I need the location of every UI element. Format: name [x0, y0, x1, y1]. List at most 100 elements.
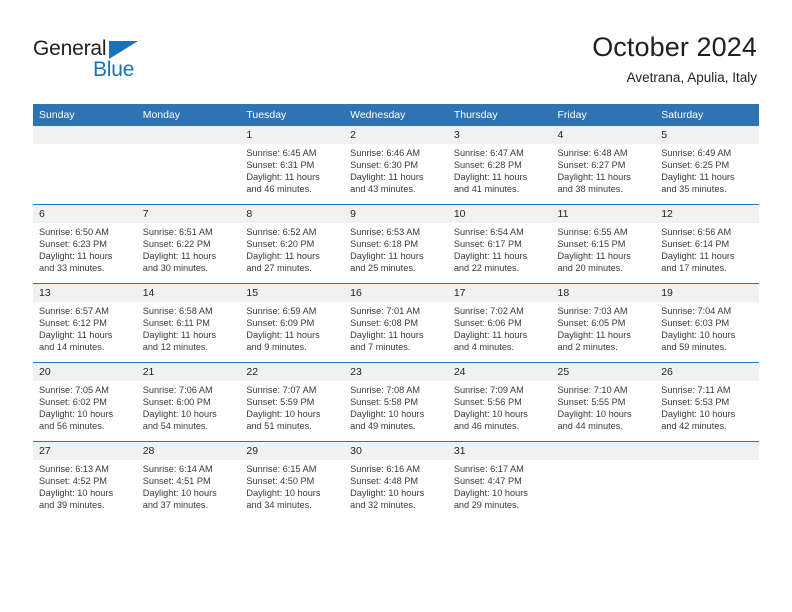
- calendar-day-cell[interactable]: 27 Sunrise: 6:13 AM Sunset: 4:52 PM Dayligh…: [33, 441, 137, 520]
- calendar-day-cell[interactable]: 30 Sunrise: 6:16 AM Sunset: 4:48 PM Dayligh…: [344, 441, 448, 520]
- day-detail-line: and 30 minutes.: [142, 263, 209, 274]
- day-details: Sunrise: 7:08 AM Sunset: 5:58 PM Daylight:…: [344, 381, 448, 432]
- day-number: [33, 126, 137, 144]
- day-detail-line: Sunset: 5:56 PM: [453, 397, 522, 408]
- day-detail-line: Sunset: 6:22 PM: [142, 239, 211, 250]
- day-detail-line: and 12 minutes.: [142, 342, 209, 353]
- day-detail-line: Sunrise: 7:01 AM: [350, 306, 421, 316]
- day-details: Sunrise: 6:46 AM Sunset: 6:30 PM Daylight:…: [344, 144, 448, 195]
- calendar-day-cell[interactable]: 22 Sunrise: 7:07 AM Sunset: 5:59 PM Dayligh…: [240, 362, 345, 442]
- day-details: Sunrise: 7:07 AM Sunset: 5:59 PM Daylight:…: [240, 381, 344, 432]
- calendar-day-cell[interactable]: 5 Sunrise: 6:49 AM Sunset: 6:25 PM Daylight…: [655, 126, 759, 205]
- calendar-day-cell[interactable]: 11 Sunrise: 6:55 AM Sunset: 6:15 PM Dayligh…: [551, 204, 656, 284]
- day-number: 6: [33, 205, 137, 223]
- day-detail-line: and 4 minutes.: [453, 342, 515, 353]
- day-detail-line: Sunset: 6:27 PM: [557, 160, 626, 171]
- calendar-day-cell[interactable]: 23 Sunrise: 7:08 AM Sunset: 5:58 PM Dayligh…: [344, 362, 448, 442]
- day-detail-line: Sunrise: 6:14 AM: [142, 464, 213, 474]
- day-detail-line: Daylight: 10 hours: [246, 409, 321, 420]
- day-detail-line: and 42 minutes.: [661, 421, 727, 432]
- day-detail-line: Sunrise: 7:02 AM: [453, 306, 524, 316]
- day-detail-line: Sunset: 6:31 PM: [246, 160, 315, 171]
- calendar-day-cell[interactable]: 28 Sunrise: 6:14 AM Sunset: 4:51 PM Dayligh…: [136, 441, 241, 520]
- day-detail-line: Sunrise: 6:15 AM: [246, 464, 317, 474]
- day-detail-line: Sunrise: 7:11 AM: [661, 385, 731, 395]
- calendar-day-cell-empty: [136, 126, 241, 205]
- day-detail-line: Sunset: 5:53 PM: [661, 397, 730, 408]
- calendar-day-cell[interactable]: 24 Sunrise: 7:09 AM Sunset: 5:56 PM Dayligh…: [447, 362, 552, 442]
- calendar-page: General Blue October 2024 Avetrana, Apul…: [0, 0, 792, 612]
- day-detail-line: and 38 minutes.: [557, 184, 623, 195]
- calendar-day-cell[interactable]: 14 Sunrise: 6:58 AM Sunset: 6:11 PM Dayligh…: [136, 283, 241, 363]
- calendar-day-cell[interactable]: 21 Sunrise: 7:06 AM Sunset: 6:00 PM Dayligh…: [136, 362, 241, 442]
- day-detail-line: Daylight: 11 hours: [350, 330, 424, 341]
- day-detail-line: Daylight: 11 hours: [453, 172, 528, 183]
- day-detail-line: and 22 minutes.: [453, 263, 520, 274]
- day-detail-line: Sunset: 6:17 PM: [453, 239, 522, 250]
- day-number: 27: [33, 442, 137, 460]
- day-details: Sunrise: 6:49 AM Sunset: 6:25 PM Daylight:…: [655, 144, 759, 195]
- day-number: 22: [240, 363, 345, 381]
- calendar-day-cell[interactable]: 4 Sunrise: 6:48 AM Sunset: 6:27 PM Daylight…: [551, 126, 656, 205]
- day-number: 19: [655, 284, 759, 302]
- day-detail-line: and 54 minutes.: [142, 421, 209, 432]
- page-title: October 2024: [592, 32, 757, 62]
- calendar-day-cell[interactable]: 2 Sunrise: 6:46 AM Sunset: 6:30 PM Daylight…: [344, 126, 448, 205]
- day-details: Sunrise: 7:02 AM Sunset: 6:06 PM Daylight:…: [448, 302, 552, 353]
- day-detail-line: and 17 minutes.: [661, 263, 727, 274]
- day-number: 10: [447, 205, 552, 223]
- calendar-day-cell[interactable]: 1 Sunrise: 6:45 AM Sunset: 6:31 PM Daylight…: [240, 126, 345, 205]
- day-details: Sunrise: 7:05 AM Sunset: 6:02 PM Daylight:…: [33, 381, 137, 432]
- calendar-day-cell[interactable]: 26 Sunrise: 7:11 AM Sunset: 5:53 PM Dayligh…: [655, 362, 759, 442]
- day-details: Sunrise: 6:14 AM Sunset: 4:51 PM Daylight:…: [137, 460, 241, 511]
- day-detail-line: Sunset: 6:09 PM: [246, 318, 315, 329]
- calendar-day-cell[interactable]: 10 Sunrise: 6:54 AM Sunset: 6:17 PM Dayligh…: [447, 204, 552, 284]
- day-detail-line: Sunset: 5:55 PM: [557, 397, 626, 408]
- day-detail-line: and 39 minutes.: [39, 500, 105, 511]
- day-detail-line: and 33 minutes.: [39, 263, 105, 274]
- day-details: Sunrise: 7:01 AM Sunset: 6:08 PM Daylight:…: [344, 302, 448, 353]
- calendar-day-cell[interactable]: 31 Sunrise: 6:17 AM Sunset: 4:47 PM Dayligh…: [447, 441, 552, 520]
- calendar-day-cell[interactable]: 29 Sunrise: 6:15 AM Sunset: 4:50 PM Dayligh…: [240, 441, 345, 520]
- calendar-day-cell[interactable]: 7 Sunrise: 6:51 AM Sunset: 6:22 PM Daylight…: [136, 204, 241, 284]
- calendar-day-cell[interactable]: 13 Sunrise: 6:57 AM Sunset: 6:12 PM Dayligh…: [33, 283, 137, 363]
- day-detail-line: Daylight: 11 hours: [142, 330, 217, 341]
- weekday-header-wednesday: Wednesday: [344, 104, 448, 126]
- calendar-grid: Sunday Monday Tuesday Wednesday Thursday Frid…: [33, 104, 759, 520]
- calendar-day-cell[interactable]: 16 Sunrise: 7:01 AM Sunset: 6:08 PM Dayligh…: [344, 283, 448, 363]
- day-detail-line: Sunset: 6:03 PM: [661, 318, 730, 329]
- day-detail-line: Sunset: 4:48 PM: [350, 476, 419, 487]
- calendar-week-row: 6 Sunrise: 6:50 AM Sunset: 6:23 PM Daylight…: [33, 204, 759, 284]
- day-detail-line: Daylight: 10 hours: [557, 409, 632, 420]
- day-number: 11: [551, 205, 656, 223]
- calendar-day-cell[interactable]: 17 Sunrise: 7:02 AM Sunset: 6:06 PM Dayligh…: [447, 283, 552, 363]
- day-detail-line: and 56 minutes.: [39, 421, 105, 432]
- day-detail-line: Sunset: 6:08 PM: [350, 318, 419, 329]
- day-detail-line: Sunrise: 6:57 AM: [39, 306, 109, 316]
- calendar-day-cell[interactable]: 9 Sunrise: 6:53 AM Sunset: 6:18 PM Daylight…: [344, 204, 448, 284]
- day-number: 26: [655, 363, 759, 381]
- calendar-day-cell[interactable]: 18 Sunrise: 7:03 AM Sunset: 6:05 PM Dayligh…: [551, 283, 656, 363]
- day-detail-line: Sunset: 6:25 PM: [661, 160, 730, 171]
- calendar-day-cell[interactable]: 8 Sunrise: 6:52 AM Sunset: 6:20 PM Daylight…: [240, 204, 345, 284]
- day-detail-line: Daylight: 11 hours: [661, 251, 735, 262]
- day-number: 12: [655, 205, 759, 223]
- calendar-day-cell[interactable]: 20 Sunrise: 7:05 AM Sunset: 6:02 PM Dayligh…: [33, 362, 137, 442]
- day-detail-line: Sunrise: 6:51 AM: [142, 227, 213, 237]
- day-detail-line: Daylight: 11 hours: [557, 251, 631, 262]
- day-details: Sunrise: 6:48 AM Sunset: 6:27 PM Daylight:…: [552, 144, 656, 195]
- day-detail-line: and 44 minutes.: [557, 421, 623, 432]
- day-detail-line: Sunrise: 6:47 AM: [453, 148, 524, 158]
- calendar-day-cell[interactable]: 6 Sunrise: 6:50 AM Sunset: 6:23 PM Daylight…: [33, 204, 137, 284]
- calendar-day-cell[interactable]: 12 Sunrise: 6:56 AM Sunset: 6:14 PM Dayligh…: [655, 204, 759, 284]
- calendar-day-cell[interactable]: 25 Sunrise: 7:10 AM Sunset: 5:55 PM Dayligh…: [551, 362, 656, 442]
- day-detail-line: Sunset: 6:28 PM: [453, 160, 522, 171]
- day-detail-line: Sunrise: 7:07 AM: [246, 385, 317, 395]
- calendar-day-cell[interactable]: 3 Sunrise: 6:47 AM Sunset: 6:28 PM Daylight…: [447, 126, 552, 205]
- day-detail-line: Daylight: 10 hours: [661, 330, 736, 341]
- calendar-day-cell-empty: [33, 126, 137, 205]
- calendar-day-cell[interactable]: 19 Sunrise: 7:04 AM Sunset: 6:03 PM Dayligh…: [655, 283, 759, 363]
- day-detail-line: Sunset: 6:20 PM: [246, 239, 315, 250]
- day-detail-line: Sunset: 5:58 PM: [350, 397, 419, 408]
- calendar-day-cell[interactable]: 15 Sunrise: 6:59 AM Sunset: 6:09 PM Dayligh…: [240, 283, 345, 363]
